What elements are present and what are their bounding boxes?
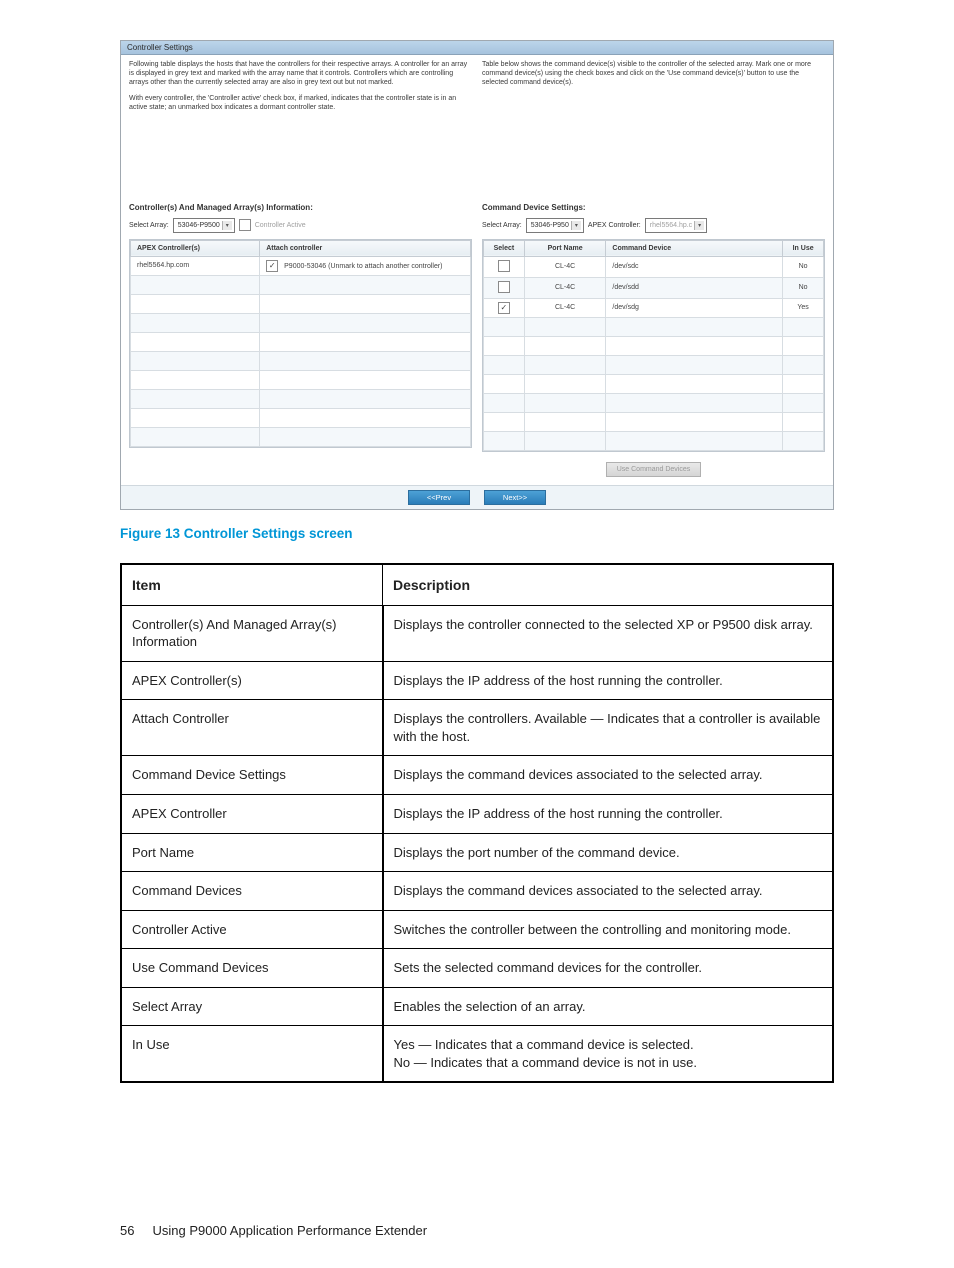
- attach-controller-checkbox[interactable]: [266, 260, 278, 272]
- desc-cell: Displays the command devices associated …: [383, 756, 834, 795]
- desc-cell: Displays the command devices associated …: [383, 872, 834, 911]
- in-use: No: [783, 256, 824, 277]
- select-device-checkbox[interactable]: [498, 260, 510, 272]
- desc-cell: Displays the IP address of the host runn…: [383, 661, 834, 700]
- item-cell: APEX Controller(s): [121, 661, 383, 700]
- figure-caption: Figure 13 Controller Settings screen: [120, 526, 834, 541]
- left-instructions-1: Following table displays the hosts that …: [129, 61, 472, 87]
- table-row: Command DevicesDisplays the command devi…: [121, 872, 833, 911]
- desc-cell: Switches the controller between the cont…: [383, 910, 834, 949]
- table-row: Controller ActiveSwitches the controller…: [121, 910, 833, 949]
- select-array-value-left: 53046-P9500: [178, 222, 220, 229]
- port-name: CL-4C: [524, 256, 606, 277]
- col-apex-controllers: APEX Controller(s): [131, 240, 260, 256]
- desc-cell: Enables the selection of an array.: [383, 987, 834, 1026]
- table-row: rhel5564.hp.com P9000-53046 (Unmark to a…: [131, 256, 471, 275]
- chevron-down-icon: ▾: [571, 221, 581, 230]
- col-item-header: Item: [121, 564, 383, 606]
- command-device: /dev/sdg: [606, 298, 783, 317]
- col-description-header: Description: [383, 564, 834, 606]
- item-cell: Port Name: [121, 833, 383, 872]
- port-name: CL-4C: [524, 298, 606, 317]
- apex-controller-host: rhel5564.hp.com: [131, 256, 260, 275]
- select-array-label-right: Select Array:: [482, 222, 522, 229]
- item-cell: Use Command Devices: [121, 949, 383, 988]
- right-section-heading: Command Device Settings:: [482, 203, 825, 212]
- item-cell: Attach Controller: [121, 700, 383, 756]
- item-cell: In Use: [121, 1026, 383, 1083]
- select-array-label-left: Select Array:: [129, 222, 169, 229]
- attach-controller-text: P9000-53046 (Unmark to attach another co…: [284, 263, 442, 270]
- table-row: CL-4C /dev/sdg Yes: [484, 298, 824, 317]
- select-array-dropdown-left[interactable]: 53046-P9500 ▾: [173, 218, 235, 233]
- col-in-use: In Use: [783, 240, 824, 256]
- command-device: /dev/sdd: [606, 277, 783, 298]
- item-cell: Controller Active: [121, 910, 383, 949]
- item-cell: Select Array: [121, 987, 383, 1026]
- select-array-value-right: 53046-P950: [531, 222, 569, 229]
- port-name: CL-4C: [524, 277, 606, 298]
- table-row: Controller(s) And Managed Array(s) Infor…: [121, 605, 833, 661]
- next-button[interactable]: Next>>: [484, 490, 546, 505]
- col-attach-controller: Attach controller: [260, 240, 471, 256]
- item-cell: Command Device Settings: [121, 756, 383, 795]
- in-use: No: [783, 277, 824, 298]
- controllers-table: APEX Controller(s) Attach controller rhe…: [130, 240, 471, 447]
- table-row: Command Device SettingsDisplays the comm…: [121, 756, 833, 795]
- page-number: 56: [120, 1223, 134, 1238]
- select-device-checkbox[interactable]: [498, 281, 510, 293]
- select-array-dropdown-right[interactable]: 53046-P950 ▾: [526, 218, 584, 233]
- page-footer: 56 Using P9000 Application Performance E…: [120, 1223, 834, 1238]
- attach-controller-cell: P9000-53046 (Unmark to attach another co…: [260, 256, 471, 275]
- desc-cell: Displays the controller connected to the…: [383, 605, 834, 661]
- apex-controller-dropdown[interactable]: rhel5564.hp.c ▾: [645, 218, 707, 233]
- panel-title: Controller Settings: [121, 41, 833, 55]
- apex-controller-label: APEX Controller:: [588, 222, 641, 229]
- table-row: Attach ControllerDisplays the controller…: [121, 700, 833, 756]
- table-row: APEX ControllerDisplays the IP address o…: [121, 795, 833, 834]
- controller-active-checkbox[interactable]: [239, 219, 251, 231]
- table-row: APEX Controller(s)Displays the IP addres…: [121, 661, 833, 700]
- col-command-device: Command Device: [606, 240, 783, 256]
- desc-cell: Displays the IP address of the host runn…: [383, 795, 834, 834]
- table-row: Select ArrayEnables the selection of an …: [121, 987, 833, 1026]
- table-row: CL-4C /dev/sdd No: [484, 277, 824, 298]
- col-port-name: Port Name: [524, 240, 606, 256]
- chevron-down-icon: ▾: [222, 221, 232, 230]
- left-instructions-2: With every controller, the 'Controller a…: [129, 95, 472, 113]
- apex-controller-value: rhel5564.hp.c: [650, 222, 692, 229]
- command-devices-table: Select Port Name Command Device In Use C…: [483, 240, 824, 451]
- right-instructions: Table below shows the command device(s) …: [482, 61, 825, 87]
- item-cell: APEX Controller: [121, 795, 383, 834]
- desc-cell: Displays the controllers. Available — In…: [383, 700, 834, 756]
- select-device-checkbox[interactable]: [498, 302, 510, 314]
- table-row: In UseYes — Indicates that a command dev…: [121, 1026, 833, 1083]
- item-cell: Command Devices: [121, 872, 383, 911]
- left-section-heading: Controller(s) And Managed Array(s) Infor…: [129, 203, 472, 212]
- use-command-devices-button[interactable]: Use Command Devices: [606, 462, 702, 477]
- description-table: Item Description Controller(s) And Manag…: [120, 563, 834, 1084]
- controller-active-label: Controller Active: [255, 222, 306, 229]
- table-row: Use Command DevicesSets the selected com…: [121, 949, 833, 988]
- table-row: CL-4C /dev/sdc No: [484, 256, 824, 277]
- command-device: /dev/sdc: [606, 256, 783, 277]
- desc-cell: Displays the port number of the command …: [383, 833, 834, 872]
- controller-settings-panel: Controller Settings Following table disp…: [120, 40, 834, 510]
- item-cell: Controller(s) And Managed Array(s) Infor…: [121, 605, 383, 661]
- col-select: Select: [484, 240, 525, 256]
- desc-cell: Yes — Indicates that a command device is…: [383, 1026, 834, 1083]
- desc-cell: Sets the selected command devices for th…: [383, 949, 834, 988]
- in-use: Yes: [783, 298, 824, 317]
- footer-text: Using P9000 Application Performance Exte…: [152, 1223, 427, 1238]
- prev-button[interactable]: <<Prev: [408, 490, 470, 505]
- table-row: Port NameDisplays the port number of the…: [121, 833, 833, 872]
- chevron-down-icon: ▾: [694, 221, 704, 230]
